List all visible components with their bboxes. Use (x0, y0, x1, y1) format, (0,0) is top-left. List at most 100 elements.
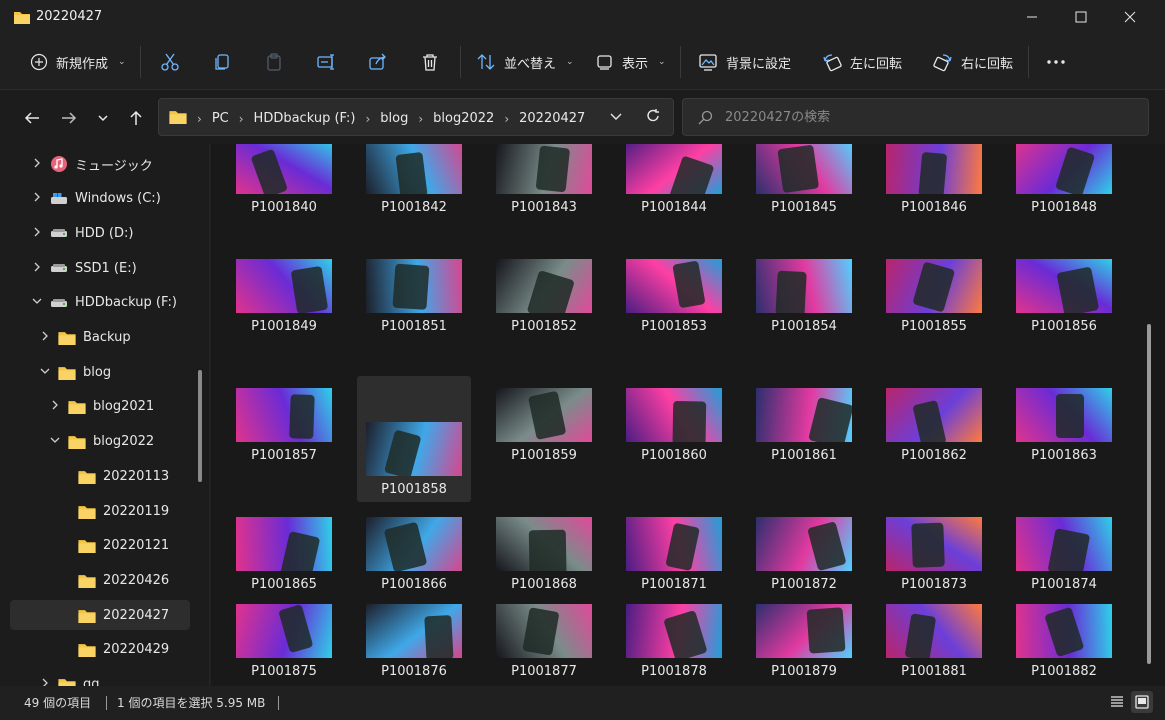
file-tile[interactable]: P1001859 (487, 388, 601, 514)
set-background-button[interactable]: 背景に設定 (698, 48, 791, 76)
rename-button[interactable] (316, 48, 336, 76)
sidebar-item[interactable]: ミュージック (10, 149, 190, 179)
close-button[interactable] (1104, 0, 1156, 34)
sidebar-item[interactable]: SSD1 (E:) (10, 253, 190, 283)
sidebar-item[interactable]: Windows (C:) (10, 184, 190, 214)
address-bar[interactable]: › PC › HDDbackup (F:) › blog › blog2022 … (158, 98, 674, 136)
chevron-down-icon[interactable] (38, 367, 52, 378)
sidebar-item[interactable]: 20220429 (10, 635, 190, 665)
sidebar-item[interactable]: blog2022 (10, 427, 190, 457)
thumbnail-view-button[interactable] (1131, 691, 1153, 713)
navigation-bar: › PC › HDDbackup (F:) › blog › blog2022 … (0, 90, 1165, 144)
chevron-right-icon[interactable] (30, 158, 44, 171)
file-tile[interactable]: P1001863 (1007, 388, 1121, 514)
sidebar-item[interactable]: 20220426 (10, 565, 190, 595)
breadcrumb-blog2022[interactable]: blog2022 (433, 111, 494, 126)
sidebar-item[interactable]: HDDbackup (F:) (10, 288, 190, 318)
new-button[interactable]: 新規作成 ⌄ (30, 48, 126, 76)
chevron-down-icon[interactable] (48, 436, 62, 447)
details-view-button[interactable] (1106, 691, 1128, 713)
file-tile[interactable]: P1001848 (1007, 144, 1121, 266)
sidebar-item[interactable]: HDD (D:) (10, 218, 190, 248)
chevron-right-icon[interactable] (30, 227, 44, 240)
file-name: P1001853 (641, 319, 707, 334)
file-tile[interactable]: P1001854 (747, 259, 861, 385)
photo-thumbnail (496, 144, 592, 194)
file-tile[interactable]: P1001878 (617, 604, 731, 686)
chevron-right-icon[interactable] (30, 192, 44, 205)
file-tile[interactable]: P1001846 (877, 144, 991, 266)
file-tile[interactable]: P1001852 (487, 259, 601, 385)
sidebar-item[interactable]: 20220113 (10, 461, 190, 491)
file-tile[interactable]: P1001861 (747, 388, 861, 514)
breadcrumb-pc[interactable]: PC (212, 111, 229, 126)
file-tile[interactable]: P1001851 (357, 259, 471, 385)
file-tile[interactable]: P1001858 (357, 376, 471, 502)
address-history-button[interactable] (609, 109, 623, 127)
sidebar-item[interactable]: 20220427 (10, 600, 190, 631)
minimize-button[interactable] (1006, 0, 1058, 34)
file-name: P1001876 (381, 664, 447, 679)
chevron-right-icon[interactable] (30, 262, 44, 275)
file-name: P1001868 (511, 577, 577, 592)
breadcrumb-hddbackup[interactable]: HDDbackup (F:) (254, 111, 356, 126)
photo-thumbnail (626, 259, 722, 313)
file-tile[interactable]: P1001843 (487, 144, 601, 266)
file-tile[interactable]: P1001876 (357, 604, 471, 686)
recent-locations-button[interactable] (91, 106, 115, 130)
rotate-left-button[interactable]: 左に回転 (822, 48, 902, 76)
share-button[interactable] (368, 48, 388, 76)
file-tile[interactable]: P1001849 (227, 259, 341, 385)
sort-button[interactable]: 並べ替え ⌄ (476, 48, 574, 76)
file-tile[interactable]: P1001857 (227, 388, 341, 514)
chevron-right-icon[interactable] (48, 400, 62, 413)
delete-button[interactable] (420, 48, 440, 76)
file-tile[interactable]: P1001842 (357, 144, 471, 266)
sidebar-item[interactable]: blog2021 (10, 392, 190, 422)
breadcrumb-blog[interactable]: blog (380, 111, 408, 126)
file-tile[interactable]: P1001855 (877, 259, 991, 385)
back-button[interactable] (20, 106, 44, 130)
file-tile[interactable]: P1001879 (747, 604, 861, 686)
file-tile[interactable]: P1001853 (617, 259, 731, 385)
forward-button[interactable] (57, 106, 81, 130)
sidebar-item[interactable]: gg (10, 670, 190, 686)
file-tile[interactable]: P1001844 (617, 144, 731, 266)
file-tile[interactable]: P1001882 (1007, 604, 1121, 686)
folder-icon (58, 677, 78, 686)
copy-button[interactable] (212, 48, 232, 76)
file-name: P1001872 (771, 577, 837, 592)
chevron-right-icon[interactable] (38, 331, 52, 344)
file-name: P1001842 (381, 200, 447, 215)
file-tile[interactable]: P1001875 (227, 604, 341, 686)
sidebar-item[interactable]: 20220119 (10, 496, 190, 526)
view-button[interactable]: 表示 ⌄ (596, 48, 666, 76)
file-tile[interactable]: P1001862 (877, 388, 991, 514)
sidebar-item[interactable]: Backup (10, 323, 190, 353)
file-tile[interactable]: P1001845 (747, 144, 861, 266)
maximize-button[interactable] (1055, 0, 1107, 34)
file-name: P1001855 (901, 319, 967, 334)
chevron-right-icon[interactable] (38, 678, 52, 686)
refresh-button[interactable] (645, 108, 661, 128)
search-input[interactable] (725, 107, 1125, 127)
sidebar-item-label: Windows (C:) (75, 191, 161, 207)
sidebar-item[interactable]: blog (10, 357, 190, 387)
paste-button[interactable] (264, 48, 284, 76)
file-tile[interactable]: P1001856 (1007, 259, 1121, 385)
search-box[interactable] (682, 98, 1149, 136)
breadcrumb-current[interactable]: 20220427 (519, 111, 585, 126)
status-bar: 49 個の項目 1 個の項目を選択 5.95 MB (0, 686, 1165, 720)
content-scrollbar[interactable] (1147, 324, 1151, 664)
file-tile[interactable]: P1001881 (877, 604, 991, 686)
file-tile[interactable]: P1001877 (487, 604, 601, 686)
file-tile[interactable]: P1001840 (227, 144, 341, 266)
up-button[interactable] (124, 106, 148, 130)
more-options-button[interactable] (1046, 48, 1066, 76)
rotate-right-button[interactable]: 右に回転 (933, 48, 1013, 76)
sidebar-item[interactable]: 20220121 (10, 531, 190, 561)
cut-button[interactable] (160, 48, 180, 76)
chevron-down-icon[interactable] (30, 297, 44, 308)
file-tile[interactable]: P1001860 (617, 388, 731, 514)
sidebar-scrollbar[interactable] (198, 370, 202, 482)
